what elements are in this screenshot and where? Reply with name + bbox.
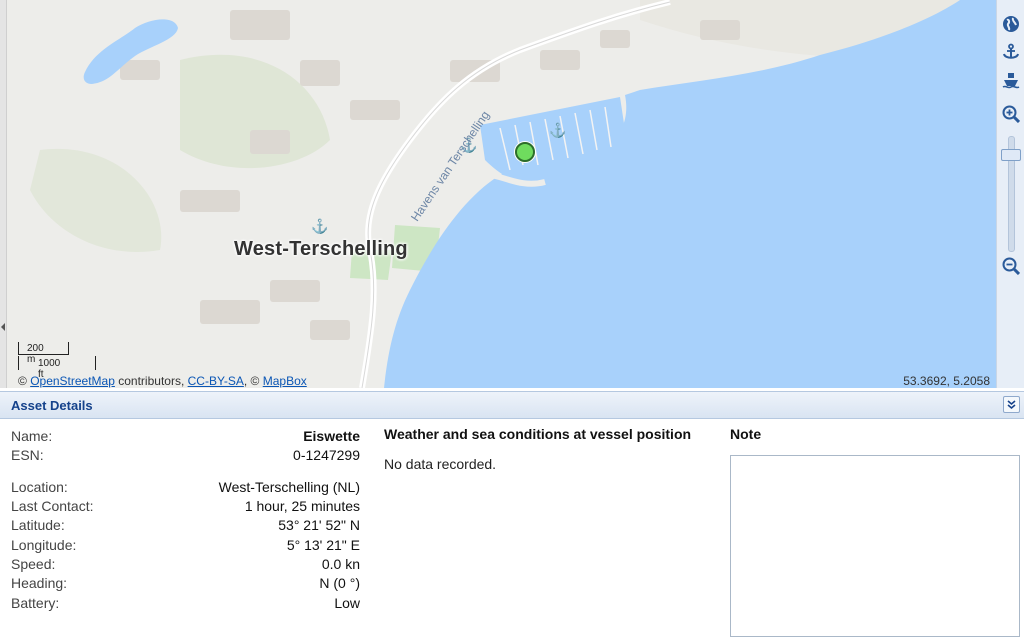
field-esn: ESN: 0-1247299: [11, 447, 360, 463]
note-textarea[interactable]: [730, 455, 1020, 637]
anchor-icon: ⚓: [549, 122, 567, 138]
field-heading: Heading: N (0 °): [11, 575, 360, 591]
zoom-in-icon[interactable]: [1001, 104, 1021, 124]
license-link[interactable]: CC-BY-SA: [188, 374, 244, 388]
globe-icon[interactable]: [1001, 14, 1021, 34]
town-label: West-Terschelling: [234, 238, 408, 260]
asset-details-header: Asset Details: [0, 391, 1024, 419]
zoom-out-icon[interactable]: [1001, 256, 1021, 276]
map-view[interactable]: ⚓ ⚓ ⚓ West-Terschelling Havens van Tersc…: [0, 0, 996, 388]
map-attribution: © OpenStreetMap contributors, CC-BY-SA, …: [18, 374, 307, 388]
ship-icon[interactable]: [1001, 70, 1021, 90]
weather-message: No data recorded.: [384, 456, 497, 472]
field-name: Name: Eiswette: [11, 428, 360, 444]
panel-title: Asset Details: [11, 398, 93, 413]
asset-esn: 0-1247299: [293, 447, 360, 463]
field-battery: Battery: Low: [11, 595, 360, 611]
field-latitude: Latitude: 53° 21' 52" N: [11, 517, 360, 533]
map-tiles: [0, 0, 996, 388]
anchor-icon: ⚓: [311, 218, 329, 234]
vessel-marker[interactable]: [515, 142, 535, 162]
anchor-icon[interactable]: [1001, 42, 1021, 62]
osm-link[interactable]: OpenStreetMap: [30, 374, 115, 388]
double-chevron-down-icon: [1007, 400, 1016, 410]
cursor-coordinates: 53.3692, 5.2058: [903, 374, 990, 388]
map-toolbar: [996, 0, 1024, 388]
collapse-button[interactable]: [1003, 396, 1020, 413]
note-title: Note: [730, 426, 762, 442]
side-panel-toggle[interactable]: [0, 320, 6, 334]
weather-title: Weather and sea conditions at vessel pos…: [384, 426, 692, 442]
mapbox-link[interactable]: MapBox: [263, 374, 307, 388]
field-longitude: Longitude: 5° 13' 21" E: [11, 537, 360, 553]
zoom-slider-thumb[interactable]: [1001, 149, 1021, 161]
asset-name: Eiswette: [303, 428, 360, 444]
field-location: Location: West-Terschelling (NL): [11, 479, 360, 495]
field-speed: Speed: 0.0 kn: [11, 556, 360, 572]
chevron-left-icon: [1, 323, 5, 331]
field-last-contact: Last Contact: 1 hour, 25 minutes: [11, 498, 360, 514]
